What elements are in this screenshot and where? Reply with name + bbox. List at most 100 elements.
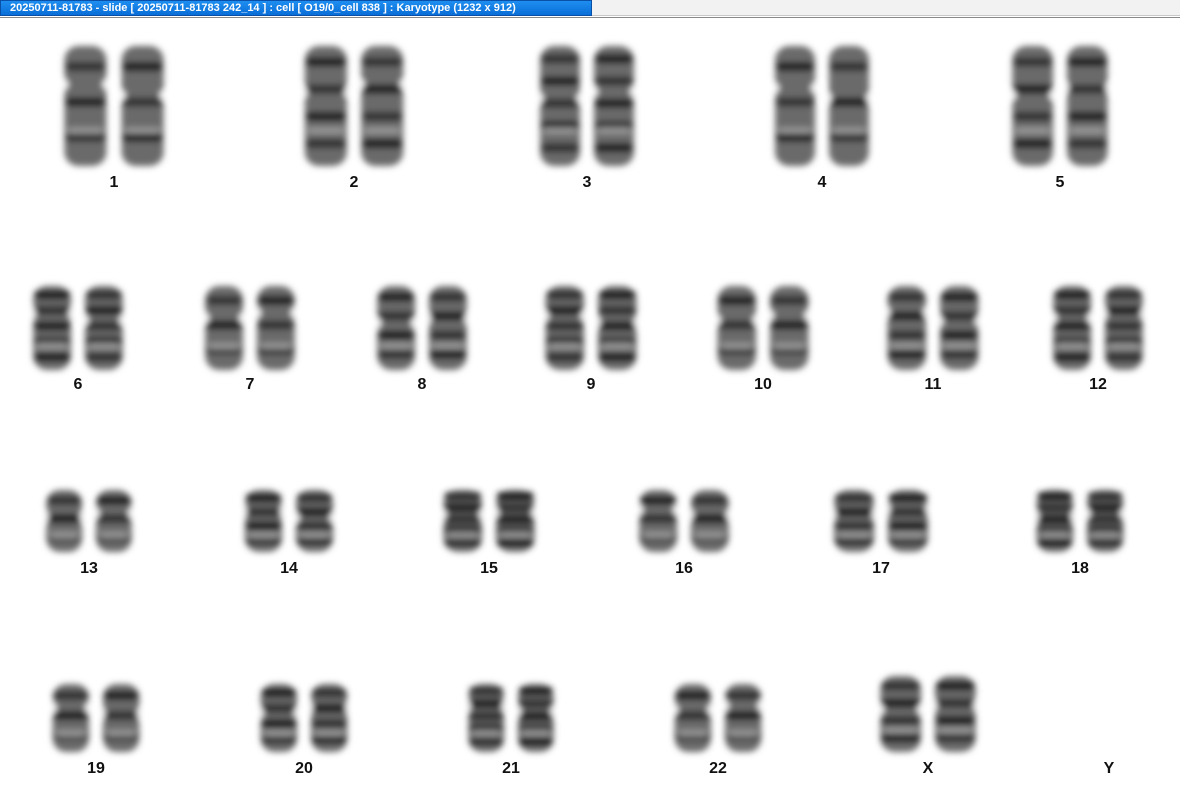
chromosome-pair-22 [666, 684, 770, 752]
chromosome-pair-1 [56, 46, 172, 166]
chromosome-pair-2 [296, 46, 412, 166]
window-title-bar[interactable]: 20250711-81783 - slide [ 20250711-81783 … [0, 0, 592, 16]
chromosome-pair-5 [1004, 46, 1116, 166]
chromosome-image [821, 46, 877, 166]
chromosome-image [880, 490, 936, 552]
chromosome-image [288, 490, 342, 552]
chromosome-image [113, 46, 172, 166]
chromosome-label-8: 8 [417, 376, 427, 393]
chromosome-label-20: 20 [295, 760, 313, 777]
chromosome-slot-14[interactable]: 14 [232, 484, 346, 578]
chromosome-image [1079, 490, 1132, 552]
chromosome-slot-15[interactable]: 15 [430, 484, 548, 578]
chromosome-image [88, 490, 140, 552]
chromosome-slot-22[interactable]: 22 [662, 678, 774, 778]
chromosome-slot-8[interactable]: 8 [364, 280, 480, 394]
chromosome-image [435, 490, 490, 552]
chromosome-slot-18[interactable]: 18 [1024, 484, 1136, 578]
chromosome-image [709, 286, 764, 370]
chromosome-pair-6 [25, 286, 131, 370]
chromosome-slot-6[interactable]: 6 [20, 280, 136, 394]
chromosome-slot-3[interactable]: 3 [526, 40, 648, 192]
karyotype-panel: 1 2 3 4 5 6 7 8 9 10 11 12 13 14 15 16 1… [0, 18, 1180, 793]
chromosome-slot-4[interactable]: 4 [761, 40, 883, 192]
chromosome-slot-1[interactable]: 1 [44, 40, 184, 192]
chromosome-image [95, 684, 148, 752]
chromosome-image [767, 46, 823, 166]
chromosome-image [762, 286, 817, 370]
chromosome-image [252, 684, 305, 752]
chromosome-pair-19 [44, 684, 148, 752]
chromosome-slot-12[interactable]: 12 [1040, 280, 1156, 394]
chromosome-image [590, 286, 645, 370]
chromosome-label-16: 16 [675, 560, 693, 577]
chromosome-label-14: 14 [280, 560, 298, 577]
chromosome-slot-10[interactable]: 10 [704, 280, 822, 394]
chromosome-image [488, 490, 543, 552]
chromosome-image [460, 684, 512, 752]
chromosome-image [56, 46, 115, 166]
chromosome-slot-x[interactable]: X [866, 670, 990, 778]
chromosome-pair-21 [460, 684, 562, 752]
chromosome-label-4: 4 [817, 174, 827, 191]
chromosome-slot-2[interactable]: 2 [289, 40, 419, 192]
chromosome-slot-20[interactable]: 20 [248, 678, 360, 778]
chromosome-pair-x [872, 676, 984, 752]
chromosome-image [631, 490, 685, 552]
chromosome-label-17: 17 [872, 560, 890, 577]
chromosome-pair-3 [532, 46, 642, 166]
chromosome-slot-5[interactable]: 5 [998, 40, 1122, 192]
chromosome-image [537, 286, 592, 370]
chromosome-image [872, 676, 929, 752]
chromosome-pair-4 [767, 46, 877, 166]
chromosome-slot-7[interactable]: 7 [192, 280, 308, 394]
chromosome-slot-16[interactable]: 16 [626, 484, 742, 578]
chromosome-pair-18 [1028, 490, 1132, 552]
chromosome-slot-11[interactable]: 11 [874, 280, 992, 394]
chromosome-image [666, 684, 719, 752]
chromosome-image [510, 684, 562, 752]
chromosome-label-1: 1 [109, 174, 119, 191]
chromosome-label-5: 5 [1055, 174, 1065, 191]
chromosome-image [586, 46, 642, 166]
chromosome-label-22: 22 [709, 760, 727, 777]
chromosome-image [717, 684, 770, 752]
chromosome-pair-14 [236, 490, 342, 552]
chromosome-pair-y [1062, 670, 1156, 756]
chromosome-label-19: 19 [87, 760, 105, 777]
chromosome-pair-13 [38, 490, 140, 552]
chromosome-label-18: 18 [1071, 560, 1089, 577]
chromosome-label-12: 12 [1089, 376, 1107, 393]
chromosome-image [353, 46, 412, 166]
chromosome-slot-9[interactable]: 9 [532, 280, 650, 394]
chromosome-pair-10 [709, 286, 817, 370]
chromosome-image [421, 286, 475, 370]
chromosome-image [296, 46, 355, 166]
chromosome-image [369, 286, 423, 370]
chromosome-image [927, 676, 984, 752]
chromosome-label-13: 13 [80, 560, 98, 577]
chromosome-image [303, 684, 356, 752]
chromosome-slot-13[interactable]: 13 [34, 484, 144, 578]
chromosome-slot-19[interactable]: 19 [40, 678, 152, 778]
chromosome-image [1059, 46, 1116, 166]
chromosome-pair-12 [1045, 286, 1151, 370]
chromosome-image [249, 286, 303, 370]
chromosome-image [25, 286, 79, 370]
chromosome-image [38, 490, 90, 552]
chromosome-pair-9 [537, 286, 645, 370]
chromosome-image [932, 286, 987, 370]
chromosome-label-15: 15 [480, 560, 498, 577]
chromosome-label-y: Y [1103, 760, 1115, 777]
chromosome-pair-8 [369, 286, 475, 370]
chromosome-image [236, 490, 290, 552]
chromosome-slot-y[interactable]: Y [1062, 670, 1156, 778]
chromosome-slot-21[interactable]: 21 [456, 678, 566, 778]
chromosome-pair-17 [826, 490, 936, 552]
chromosome-image [879, 286, 934, 370]
chromosome-image [1045, 286, 1099, 370]
chromosome-slot-17[interactable]: 17 [820, 484, 942, 578]
chromosome-image [683, 490, 737, 552]
chromosome-image [1004, 46, 1061, 166]
chromosome-label-10: 10 [754, 376, 772, 393]
